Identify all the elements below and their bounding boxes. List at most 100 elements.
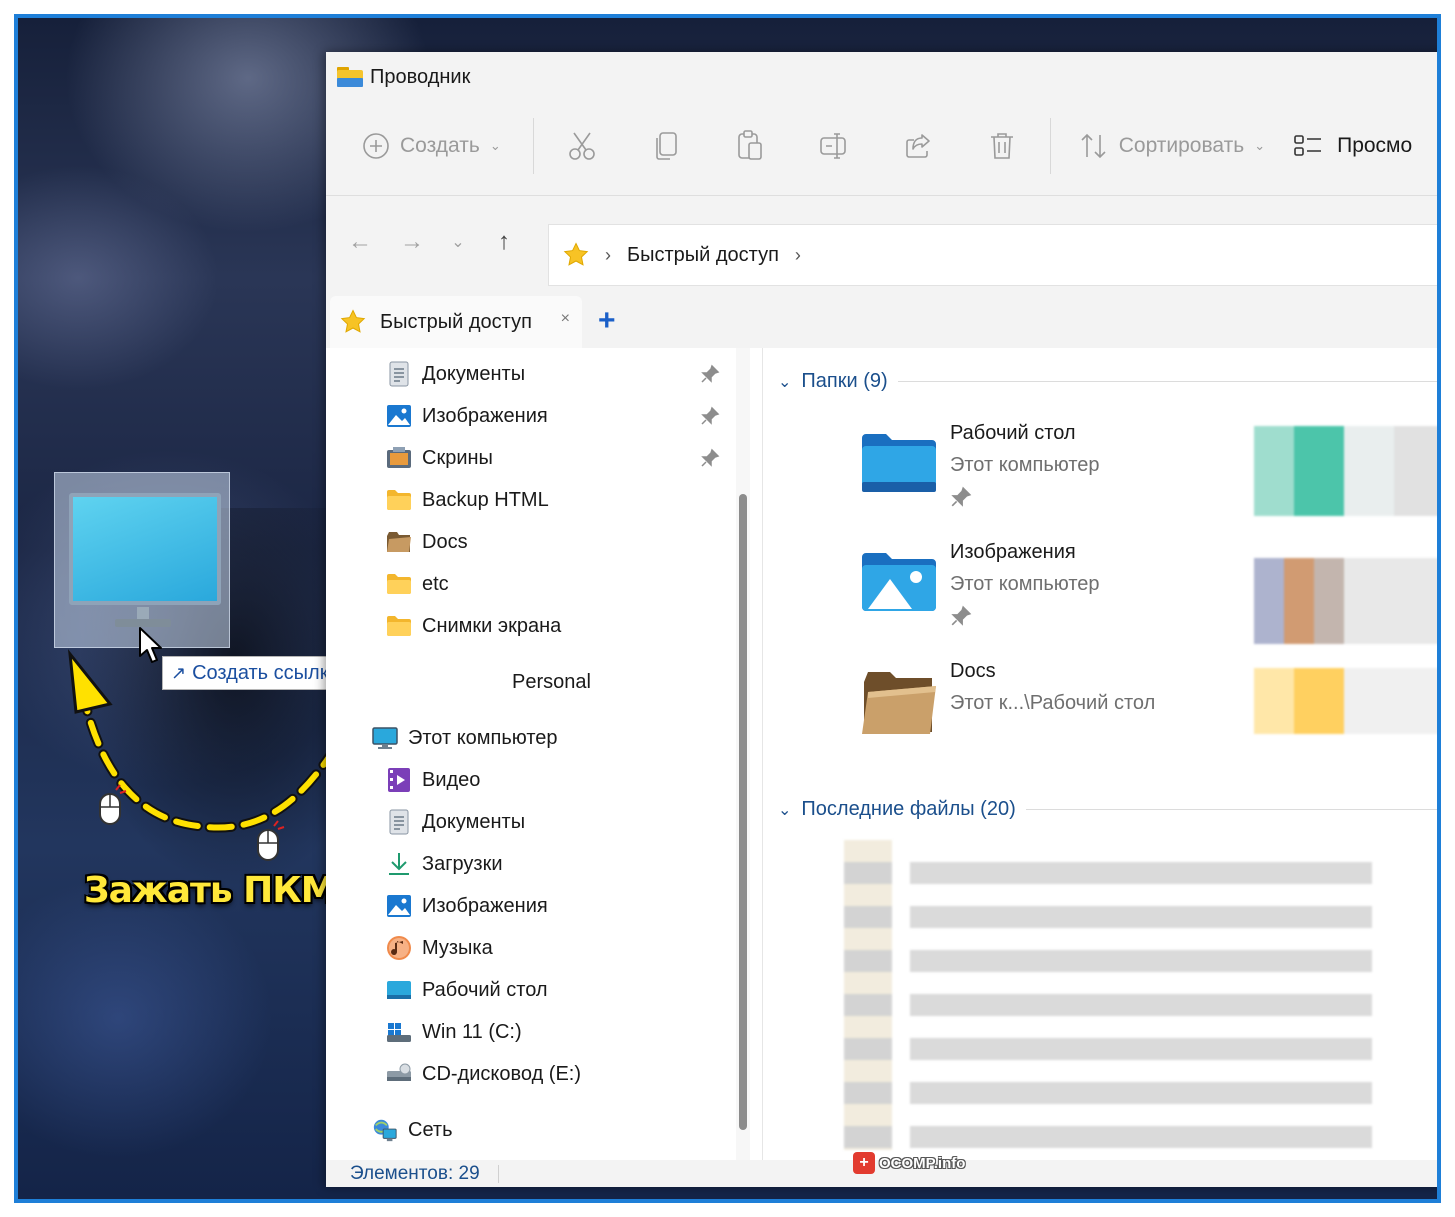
group-divider	[897, 381, 1437, 382]
pictures-icon	[386, 403, 412, 429]
sidebar-item-music[interactable]: Музыка	[386, 928, 493, 968]
view-button[interactable]: Просмо	[1293, 112, 1412, 180]
drive-icon	[386, 1019, 412, 1045]
desktop-this-pc-shortcut[interactable]	[54, 472, 230, 648]
share-button[interactable]	[876, 112, 960, 180]
scissors-icon	[568, 132, 595, 160]
folders-group-header[interactable]: ⌄ Папки (9)	[778, 370, 1437, 393]
group-divider	[1025, 809, 1437, 810]
pictures-icon	[386, 893, 412, 919]
sidebar-item-cd-drive[interactable]: CD-дисковод (E:)	[386, 1054, 581, 1094]
brown-folder-icon	[386, 529, 412, 555]
mouse-cursor-icon	[139, 627, 162, 663]
sidebar-item-downloads[interactable]: Загрузки	[386, 844, 503, 884]
recent-files-group-header[interactable]: ⌄ Последние файлы (20)	[778, 798, 1437, 821]
sidebar-item-documents[interactable]: Документы	[386, 354, 525, 394]
chevron-down-icon: ⌄	[451, 234, 465, 251]
chevron-right-icon[interactable]: ›	[795, 245, 801, 266]
address-bar[interactable]: › Быстрый доступ ›	[548, 224, 1437, 286]
folder-card-pictures[interactable]: Изображения Этот компьютер	[860, 541, 1260, 641]
hold-rmb-label: Зажать ПКМ	[84, 870, 337, 911]
network-icon	[372, 1117, 398, 1143]
monitor-icon	[69, 493, 221, 605]
sidebar-item-etc[interactable]: etc	[386, 564, 449, 604]
up-button[interactable]: ↑	[478, 216, 530, 268]
pin-icon	[698, 446, 722, 470]
brown-folder-icon	[862, 672, 936, 734]
sidebar-item-network[interactable]: Сеть	[372, 1110, 452, 1150]
folder-icon	[386, 571, 412, 597]
item-count: Элементов: 29	[350, 1162, 480, 1184]
sidebar-scrollbar[interactable]	[736, 348, 750, 1160]
music-icon	[386, 935, 412, 961]
scrollbar-thumb[interactable]	[739, 494, 747, 1130]
sidebar-item-docs[interactable]: Docs	[386, 522, 468, 562]
toolbar-divider	[326, 195, 1437, 196]
navigation-pane: Документы Изображения Скрины Backup HTML…	[326, 348, 746, 1160]
desktop-folder-icon	[862, 434, 936, 492]
pin-icon	[951, 605, 972, 626]
cut-button[interactable]	[540, 112, 624, 180]
new-tab-button[interactable]: +	[598, 304, 616, 338]
arrow-right-icon: →	[400, 228, 424, 255]
command-bar: Создать ⌄ Сортировать ⌄ Просмо	[326, 112, 1437, 180]
screenshots-folder-icon	[386, 445, 412, 471]
folder-card-desktop[interactable]: Рабочий стол Этот компьютер	[860, 422, 1260, 522]
watermark-badge: +	[853, 1152, 875, 1174]
close-icon[interactable]: ×	[561, 310, 570, 328]
navigation-row: ← → ⌄ ↑ › Быстрый доступ ›	[326, 210, 1437, 286]
sidebar-item-pictures[interactable]: Изображения	[386, 396, 548, 436]
sidebar-item-drive-c[interactable]: Win 11 (C:)	[386, 1012, 522, 1052]
pin-icon	[951, 486, 972, 507]
sidebar-item-this-pc[interactable]: Этот компьютер	[372, 718, 558, 758]
tab-quick-access[interactable]: Быстрый доступ ×	[330, 296, 582, 348]
sidebar-item-personal[interactable]: Personal	[512, 662, 591, 702]
sidebar-item-documents-pc[interactable]: Документы	[386, 802, 525, 842]
chevron-down-icon: ⌄	[489, 138, 501, 153]
rename-button[interactable]	[792, 112, 876, 180]
folder-preview-desktop	[1254, 426, 1437, 516]
sidebar-item-screenshots[interactable]: Скрины	[386, 438, 493, 478]
this-pc-icon	[372, 725, 398, 751]
trash-icon	[990, 133, 1013, 159]
sort-button[interactable]: Сортировать ⌄	[1057, 112, 1293, 180]
pin-icon	[698, 362, 722, 386]
recent-locations-button[interactable]: ⌄	[438, 216, 478, 268]
sidebar-item-backup-html[interactable]: Backup HTML	[386, 480, 549, 520]
sidebar-item-screen-captures[interactable]: Снимки экрана	[386, 606, 561, 646]
breadcrumb-quick-access[interactable]: Быстрый доступ	[627, 244, 779, 267]
explorer-app-icon	[337, 67, 363, 87]
folder-card-docs[interactable]: Docs Этот к...\Рабочий стол	[860, 660, 1260, 760]
view-list-icon	[1294, 135, 1322, 156]
back-button[interactable]: ←	[334, 216, 386, 268]
sidebar-item-video[interactable]: Видео	[386, 760, 480, 800]
folder-preview-docs	[1254, 668, 1437, 734]
copy-button[interactable]	[624, 112, 708, 180]
pane-divider[interactable]	[762, 348, 763, 1160]
folder-preview-pictures	[1254, 558, 1437, 644]
screenshot-frame: ↗ Создать ссылку в Рабочий стол Зажать П…	[14, 14, 1441, 1203]
copy-icon	[655, 132, 677, 160]
folder-icon	[386, 613, 412, 639]
paste-icon	[737, 130, 762, 160]
delete-button[interactable]	[960, 112, 1044, 180]
chevron-down-icon: ⌄	[778, 373, 792, 391]
rename-icon	[819, 133, 846, 159]
forward-button[interactable]: →	[386, 216, 438, 268]
main-pane: ⌄ Папки (9) Рабочий стол Этот компьютер	[766, 348, 1437, 1160]
folder-icon	[386, 487, 412, 513]
sidebar-item-pictures-pc[interactable]: Изображения	[386, 886, 548, 926]
toolbar-separator	[532, 118, 534, 174]
sidebar-item-desktop[interactable]: Рабочий стол	[386, 970, 548, 1010]
pin-icon	[698, 404, 722, 428]
documents-icon	[386, 809, 412, 835]
star-icon	[563, 242, 589, 266]
window-title: Проводник	[370, 65, 471, 88]
video-icon	[386, 767, 412, 793]
paste-button[interactable]	[708, 112, 792, 180]
tab-row: Быстрый доступ × +	[326, 296, 1437, 348]
create-button[interactable]: Создать ⌄	[326, 112, 527, 180]
recent-files-icons	[844, 840, 892, 1150]
pictures-folder-icon	[862, 553, 936, 611]
sort-label: Сортировать	[1118, 134, 1245, 157]
